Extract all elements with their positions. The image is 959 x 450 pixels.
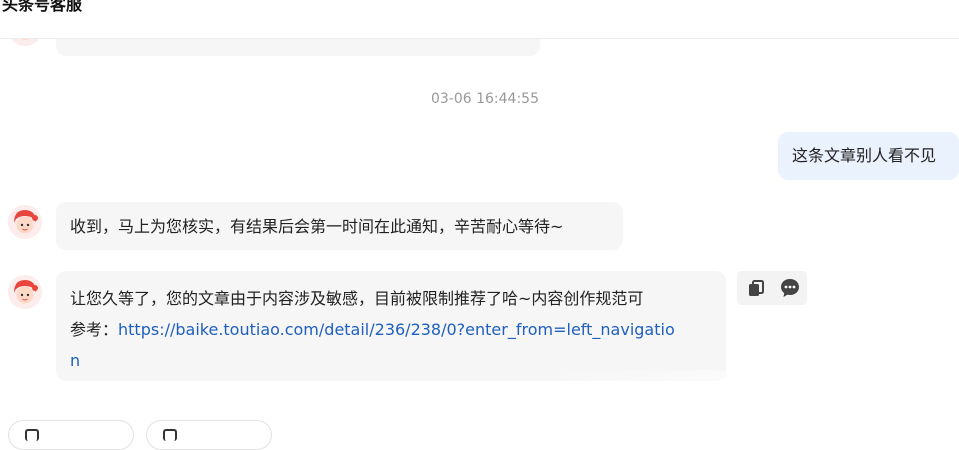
agent-reply-line: 参考：https://baike.toutiao.com/detail/236/… bbox=[70, 314, 726, 345]
copy-icon bbox=[749, 280, 764, 296]
agent-reply-text: 收到，马上为您核实，有结果后会第一时间在此通知，辛苦耐心等待~ bbox=[70, 217, 564, 236]
agent-avatar bbox=[8, 205, 42, 239]
copy-button[interactable] bbox=[744, 276, 768, 300]
header-title: 头条号客服 bbox=[2, 0, 83, 14]
agent-avatar bbox=[8, 275, 42, 309]
help-link[interactable]: https://baike.toutiao.com/detail/236/238… bbox=[118, 320, 675, 339]
comment-button[interactable] bbox=[778, 276, 802, 300]
agent-reply-line: 让您久等了，您的文章由于内容涉及敏感，目前被限制推荐了哈~内容创作规范可 bbox=[70, 289, 644, 308]
scroll-fade bbox=[560, 370, 959, 433]
quick-action-chip[interactable] bbox=[8, 420, 134, 450]
user-message-bubble: 这条文章别人看不见 bbox=[778, 132, 959, 180]
link-prefix: 参考： bbox=[70, 320, 119, 339]
message-action-toolbar bbox=[737, 271, 807, 305]
comment-dots-icon bbox=[781, 279, 799, 297]
agent-reply-bubble: 让您久等了，您的文章由于内容涉及敏感，目前被限制推荐了哈~内容创作规范可 参考：… bbox=[56, 271, 726, 381]
quick-action-chip[interactable] bbox=[146, 420, 272, 450]
user-message-text: 这条文章别人看不见 bbox=[792, 146, 937, 165]
chat-header: 头条号客服 bbox=[0, 0, 959, 39]
message-timestamp: 03-06 16:44:55 bbox=[430, 91, 539, 107]
cartoon-girl-avatar-icon bbox=[8, 205, 42, 239]
help-link-continued[interactable]: n bbox=[70, 351, 80, 370]
chip-icon bbox=[163, 429, 177, 441]
chip-icon bbox=[25, 429, 39, 441]
cartoon-girl-avatar-icon bbox=[8, 275, 42, 309]
agent-reply-bubble: 收到，马上为您核实，有结果后会第一时间在此通知，辛苦耐心等待~ bbox=[56, 202, 623, 250]
